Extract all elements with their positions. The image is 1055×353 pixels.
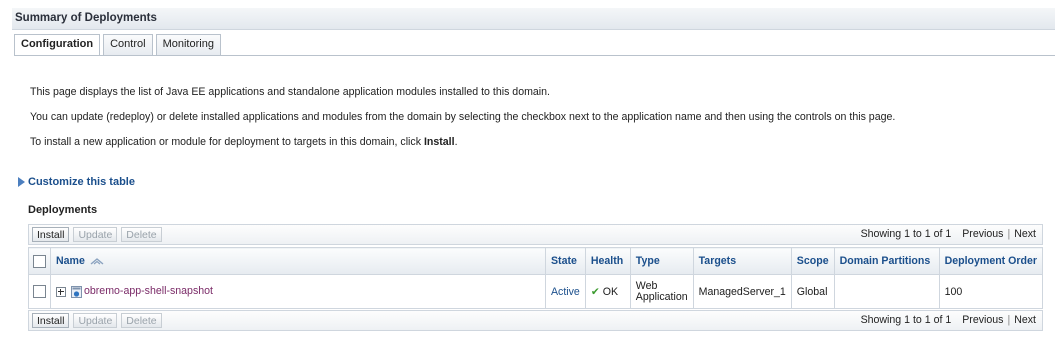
row-targets-cell: ManagedServer_1 [692, 274, 792, 309]
app-name-link[interactable]: obremo-app-shell-snapshot [84, 285, 213, 297]
update-button-bottom[interactable]: Update [73, 313, 118, 328]
column-header-health[interactable]: Health [584, 247, 631, 275]
row-name-cell: obremo-app-shell-snapshot [50, 274, 546, 309]
column-header-scope[interactable]: Scope [790, 247, 835, 275]
deployments-table: Name State Health Type Targets Scope Dom… [28, 247, 1044, 309]
tab-monitoring[interactable]: Monitoring [155, 34, 221, 55]
row-deployment-order-cell: 100 [938, 274, 1044, 309]
row-type-cell: Web Application [629, 274, 694, 309]
install-button-bottom[interactable]: Install [32, 313, 70, 328]
bottom-toolbar: Install Update Delete Showing 1 to 1 of … [28, 310, 1043, 331]
plus-expander-icon[interactable] [56, 286, 66, 297]
tab-divider [14, 55, 1055, 56]
row-domain-partitions-cell [833, 274, 940, 309]
table-header-row: Name State Health Type Targets Scope Dom… [28, 247, 1044, 275]
column-header-type[interactable]: Type [629, 247, 694, 275]
intro-text-1: This page displays the list of Java EE a… [30, 86, 550, 98]
row-scope-cell: Global [790, 274, 835, 309]
tab-bar: Configuration Control Monitoring [14, 34, 221, 56]
column-header-deployment-order[interactable]: Deployment Order [938, 247, 1044, 275]
row-state-cell: Active [544, 274, 586, 309]
checkmark-icon: ✔ [590, 285, 600, 298]
update-button[interactable]: Update [73, 227, 118, 242]
pager-separator: | [1007, 228, 1011, 240]
column-header-domain-partitions[interactable]: Domain Partitions [833, 247, 940, 275]
table-row: obremo-app-shell-snapshot Active ✔ OK Web… [28, 274, 1044, 309]
page-title: Summary of Deployments [15, 12, 157, 24]
pager-next-bottom[interactable]: Next [1014, 314, 1036, 326]
row-checkbox[interactable] [33, 285, 46, 298]
pager-top: Showing 1 to 1 of 1 Previous | Next [861, 228, 1036, 240]
select-all-checkbox[interactable] [33, 254, 46, 268]
delete-button-bottom[interactable]: Delete [121, 313, 162, 328]
intro-text-2: You can update (redeploy) or delete inst… [30, 111, 896, 123]
type-line-1: Web [635, 279, 658, 292]
row-health-cell: ✔ OK [584, 274, 631, 309]
pager-next[interactable]: Next [1014, 228, 1036, 240]
type-line-2: Application [635, 290, 688, 303]
web-app-icon [71, 285, 82, 298]
pager-bottom: Showing 1 to 1 of 1 Previous | Next [861, 314, 1036, 326]
intro-text-3: To install a new application or module f… [30, 136, 458, 148]
column-header-name[interactable]: Name [50, 247, 546, 275]
sort-icon[interactable] [90, 257, 104, 266]
tab-control[interactable]: Control [103, 34, 153, 55]
select-all-header [28, 247, 51, 275]
pager-previous-bottom[interactable]: Previous [962, 314, 1003, 326]
intro-text-3-suffix: . [454, 136, 458, 148]
column-header-targets[interactable]: Targets [692, 247, 792, 275]
row-select-cell [28, 274, 51, 309]
intro-text-3-prefix: To install a new application or module f… [30, 136, 424, 148]
column-header-state[interactable]: State [544, 247, 586, 275]
pager-separator-bottom: | [1007, 314, 1011, 326]
customize-table-link[interactable]: Customize this table [18, 176, 135, 188]
tab-configuration[interactable]: Configuration [14, 34, 101, 56]
customize-table-label: Customize this table [28, 176, 135, 188]
summary-header: Summary of Deployments [12, 8, 1055, 30]
expand-triangle-icon [18, 177, 25, 187]
pager-previous[interactable]: Previous [962, 228, 1003, 240]
pager-status-bottom: Showing 1 to 1 of 1 [860, 314, 952, 326]
intro-install-keyword: Install [423, 136, 455, 148]
pager-status: Showing 1 to 1 of 1 [860, 228, 952, 240]
install-button[interactable]: Install [32, 227, 70, 242]
top-toolbar: Install Update Delete Showing 1 to 1 of … [28, 224, 1043, 245]
delete-button[interactable]: Delete [121, 227, 162, 242]
column-name-label: Name [56, 255, 85, 267]
deployments-section-title: Deployments [28, 204, 98, 216]
state-link[interactable]: Active [551, 286, 580, 298]
health-value: OK [602, 285, 619, 298]
